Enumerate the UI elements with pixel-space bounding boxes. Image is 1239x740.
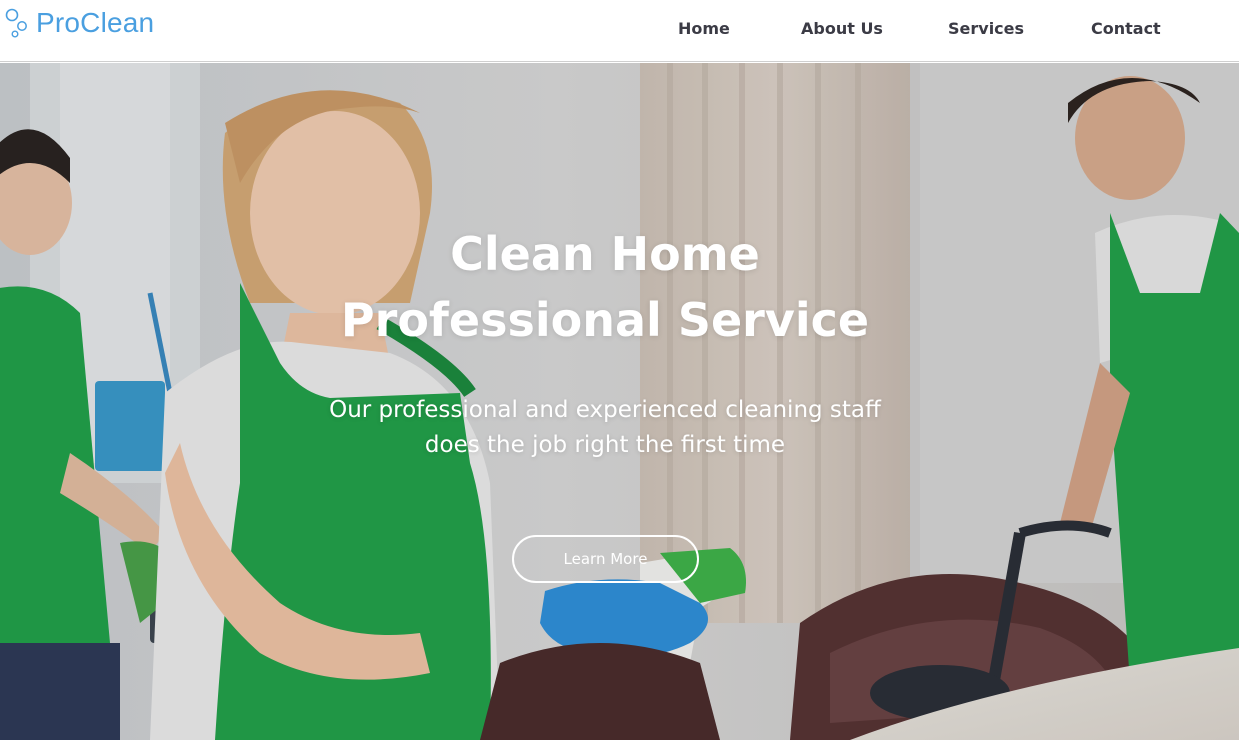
nav-home-link[interactable]: Home <box>678 19 730 38</box>
hero-title-line2: Professional Service <box>340 293 870 347</box>
top-navbar: ProClean Home About Us Services Contact <box>0 0 1239 62</box>
hero-subtitle-line1: Our professional and experienced cleanin… <box>329 397 881 423</box>
brand-logo-link[interactable]: ProClean <box>5 6 154 40</box>
hero-subtitle-line2: does the job right the first time <box>424 432 786 458</box>
learn-more-button[interactable]: Learn More <box>512 535 699 583</box>
hero-title: Clean Home Professional Service <box>0 221 1210 353</box>
bubbles-icon <box>5 8 27 38</box>
brand-name: ProClean <box>36 7 155 38</box>
hero-title-line1: Clean Home <box>450 227 760 281</box>
hero-content: Clean Home Professional Service Our prof… <box>0 63 1210 740</box>
hero-subtitle: Our professional and experienced cleanin… <box>0 393 1210 463</box>
hero-section: Clean Home Professional Service Our prof… <box>0 63 1239 740</box>
nav-contact-link[interactable]: Contact <box>1091 19 1161 38</box>
nav-services-link[interactable]: Services <box>948 19 1024 38</box>
nav-about-us-link[interactable]: About Us <box>801 19 883 38</box>
